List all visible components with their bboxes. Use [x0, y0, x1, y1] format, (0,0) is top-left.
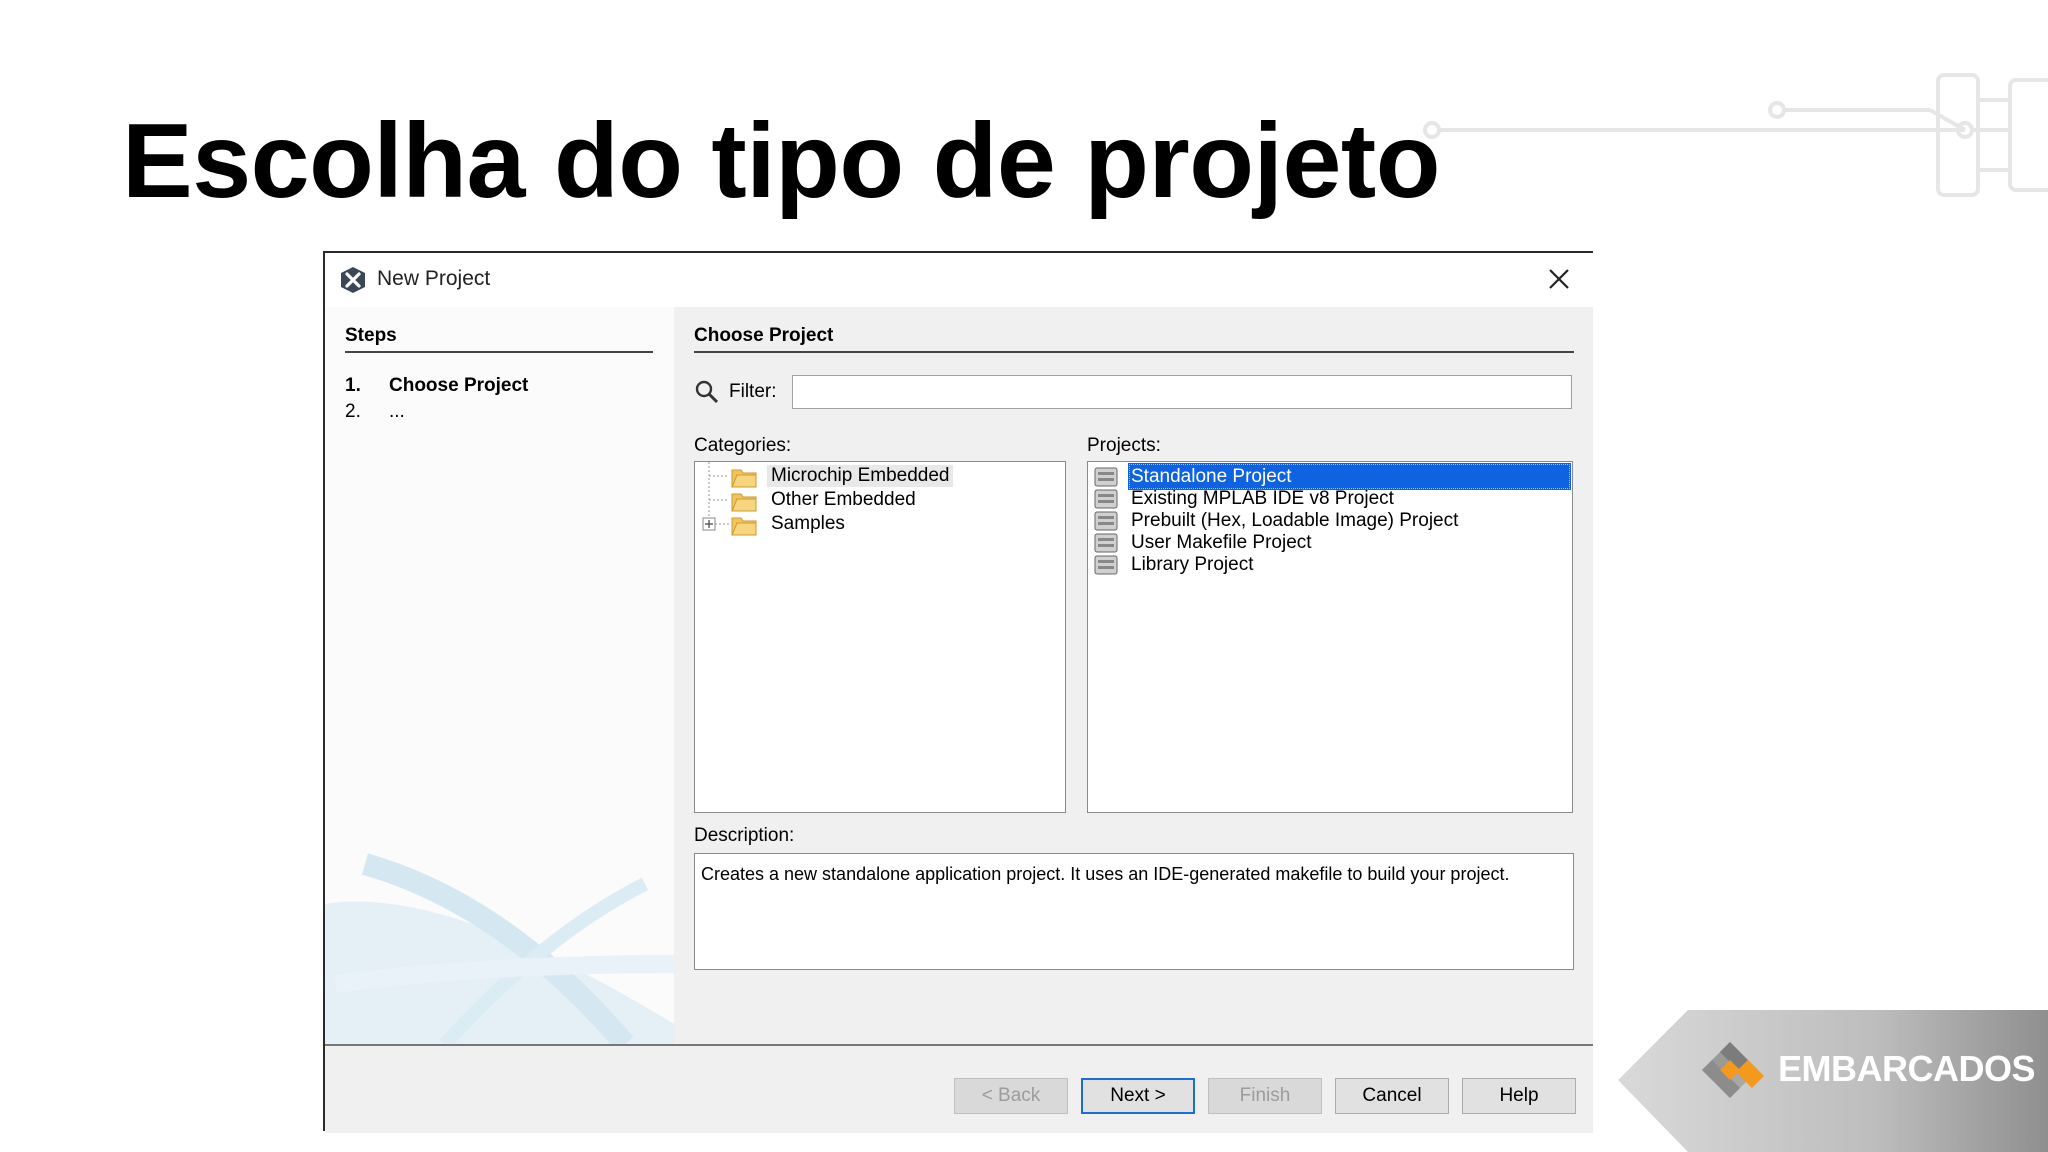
category-label: Microchip Embedded [767, 465, 954, 487]
dialog-footer: < Back Next > Finish Cancel Help [325, 1044, 1593, 1133]
step-number: 2. [345, 401, 361, 422]
categories-label: Categories: [694, 435, 792, 456]
category-samples[interactable]: Samples [695, 511, 1055, 539]
steps-heading: Steps [345, 325, 653, 353]
folder-icon [731, 493, 757, 512]
steps-panel: Steps 1. Choose Project 2.... [325, 307, 674, 1044]
filter-label: Filter: [729, 381, 777, 402]
folder-icon [731, 517, 757, 536]
description-box: Creates a new standalone application pro… [694, 853, 1574, 970]
decorative-swoosh [325, 853, 674, 1044]
step-label: Choose Project [389, 375, 529, 396]
circuit-decoration [1423, 73, 2048, 197]
step-item: 2.... [345, 401, 405, 423]
step-number: 1. [345, 375, 361, 396]
filter-input[interactable] [792, 375, 1572, 409]
choose-project-heading: Choose Project [694, 325, 1574, 353]
folder-icon [731, 469, 757, 488]
back-button[interactable]: < Back [954, 1078, 1068, 1114]
cancel-button[interactable]: Cancel [1335, 1078, 1449, 1114]
search-icon [695, 380, 719, 404]
dialog-title: New Project [377, 267, 491, 290]
categories-tree[interactable]: Microchip Embedded Other Embedded Sample… [694, 461, 1066, 813]
slide-title: Escolha do tipo de projeto [122, 102, 1440, 220]
project-icon [1094, 555, 1118, 575]
dialog-titlebar: New Project [325, 253, 1593, 307]
close-icon[interactable] [1543, 263, 1575, 295]
description-label: Description: [694, 825, 795, 846]
project-icon [1094, 533, 1118, 553]
step-item: 1. Choose Project [345, 375, 528, 397]
mplab-app-icon [341, 267, 365, 293]
next-button[interactable]: Next > [1081, 1078, 1195, 1114]
project-icon [1094, 467, 1118, 487]
step-label: ... [389, 401, 405, 422]
category-label: Samples [771, 513, 845, 534]
project-label: Library Project [1131, 554, 1254, 575]
project-library[interactable]: Library Project [1090, 551, 1570, 579]
projects-list[interactable]: Standalone Project Existing MPLAB IDE v8… [1087, 461, 1573, 813]
category-label: Other Embedded [771, 489, 916, 510]
projects-label: Projects: [1087, 435, 1161, 456]
finish-button[interactable]: Finish [1208, 1078, 1322, 1114]
project-icon [1094, 511, 1118, 531]
new-project-dialog: New Project Steps 1. Choose Project 2....… [323, 251, 1593, 1133]
logo-text: EMBARCADOS [1778, 1048, 2036, 1089]
help-button[interactable]: Help [1462, 1078, 1576, 1114]
project-icon [1094, 489, 1118, 509]
